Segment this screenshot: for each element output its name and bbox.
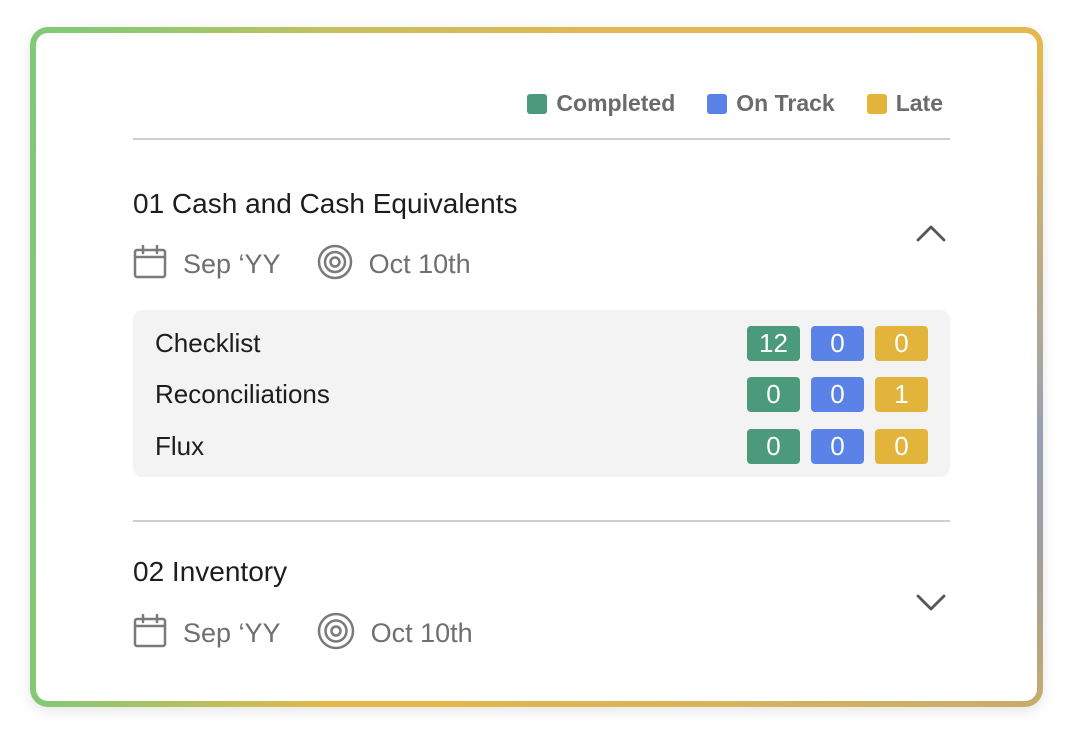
completed-count-badge: 12 <box>747 325 800 361</box>
completed-count-badge: 0 <box>747 428 800 464</box>
completed-count-badge: 0 <box>747 376 800 412</box>
section-title: 02 Inventory <box>133 556 288 587</box>
table-row: Checklist 12 0 0 <box>155 325 928 361</box>
table-row: Flux 0 0 0 <box>155 428 928 464</box>
legend-swatch-on-track <box>707 93 728 114</box>
close-status-card: Completed On Track Late 01 Cash and Cash… <box>36 33 1037 701</box>
target-icon <box>317 612 355 655</box>
section-cash-header[interactable]: 01 Cash and Cash Equivalents Sep ‘YY Oct… <box>133 186 950 286</box>
on-track-count-badge: 0 <box>811 325 864 361</box>
row-label: Reconciliations <box>155 378 330 409</box>
on-track-count-badge: 0 <box>811 428 864 464</box>
divider <box>133 138 950 140</box>
late-count-badge: 0 <box>875 428 928 464</box>
legend-label-late: Late <box>895 90 943 116</box>
section-meta: Sep ‘YY Oct 10th <box>133 612 950 655</box>
late-count-badge: 1 <box>875 376 928 412</box>
row-label: Flux <box>155 430 205 461</box>
calendar-icon <box>133 244 167 284</box>
status-legend: Completed On Track Late <box>527 90 943 117</box>
period-text: Sep ‘YY <box>183 249 281 279</box>
legend-swatch-late <box>866 93 887 114</box>
chevron-down-icon[interactable] <box>916 594 946 617</box>
legend-label-on-track: On Track <box>736 90 835 116</box>
row-badges: 0 0 0 <box>747 428 928 464</box>
section-meta: Sep ‘YY Oct 10th <box>133 244 950 285</box>
legend-item-on-track: On Track <box>707 90 835 117</box>
legend-item-late: Late <box>866 90 943 117</box>
period-meta: Sep ‘YY <box>133 613 281 653</box>
legend-item-completed: Completed <box>527 90 675 117</box>
period-text: Sep ‘YY <box>183 618 281 648</box>
close-status-card-frame: Completed On Track Late 01 Cash and Cash… <box>30 27 1043 707</box>
due-meta: Oct 10th <box>317 244 471 285</box>
target-icon <box>317 244 353 285</box>
divider <box>133 520 950 522</box>
section-inventory-header[interactable]: 02 Inventory Sep ‘YY Oct 10th <box>133 554 950 654</box>
table-row: Reconciliations 0 0 1 <box>155 376 928 412</box>
late-count-badge: 0 <box>875 325 928 361</box>
on-track-count-badge: 0 <box>811 376 864 412</box>
section-title: 01 Cash and Cash Equivalents <box>133 188 518 219</box>
row-badges: 0 0 1 <box>747 376 928 412</box>
legend-label-completed: Completed <box>556 90 676 116</box>
chevron-up-icon[interactable] <box>916 224 946 247</box>
due-text: Oct 10th <box>370 618 473 648</box>
section-cash-details: Checklist 12 0 0 Reconciliations 0 0 1 F… <box>133 310 950 477</box>
legend-swatch-completed <box>527 93 548 114</box>
due-text: Oct 10th <box>368 249 471 279</box>
due-meta: Oct 10th <box>317 612 473 655</box>
period-meta: Sep ‘YY <box>133 244 281 284</box>
calendar-icon <box>133 613 167 653</box>
row-badges: 12 0 0 <box>747 325 928 361</box>
row-label: Checklist <box>155 327 261 358</box>
